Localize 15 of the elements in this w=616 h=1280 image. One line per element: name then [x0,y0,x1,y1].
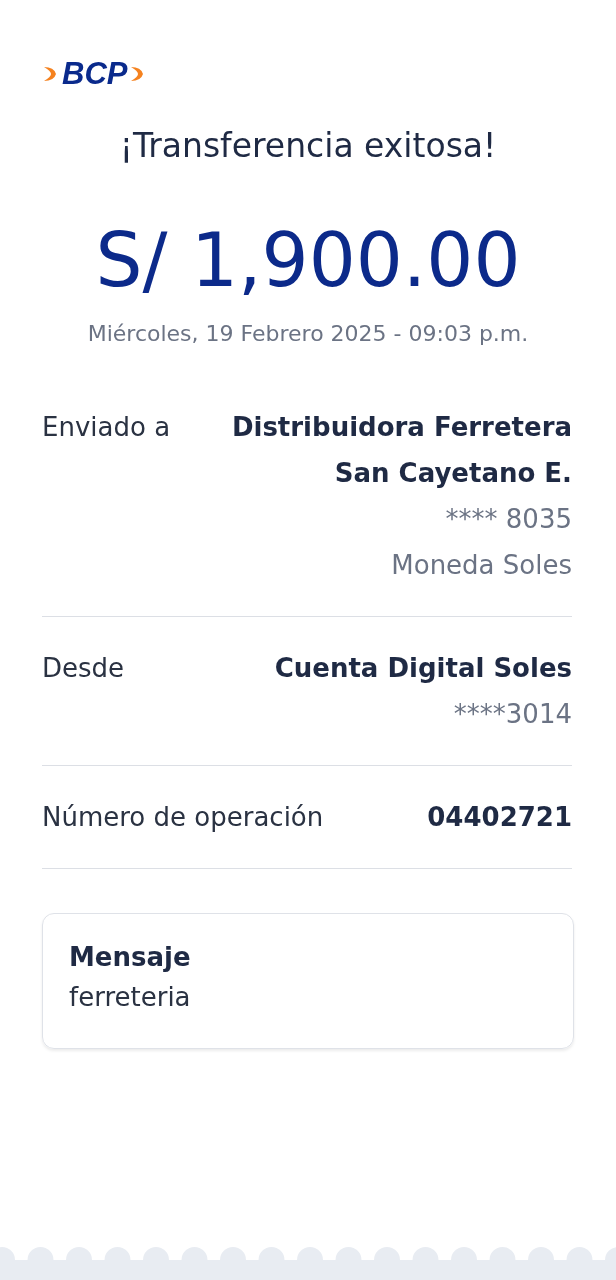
detail-value: Distribuidora Ferretera San Cayetano E. [230,411,572,490]
amount: S/ 1,900.00 [94,217,522,303]
detail-value: **** 8035 [445,503,572,536]
detail-label: Número de operación [42,801,324,834]
detail-value: 04402721 [427,801,572,834]
detail-value: Moneda Soles [391,549,572,582]
detail-value: Cuenta Digital Soles [274,652,572,685]
success-title: ¡Transferencia exitosa! [118,126,498,165]
bcp-logo: BCP [42,56,148,92]
detail-label: Desde [42,652,125,685]
message-text: ferreteria [69,982,192,1012]
transfer-date: Miércoles, 19 Febrero 2025 - 09:03 p.m. [86,321,530,346]
detail-label: Enviado a [42,411,171,444]
detail-value: ****3014 [453,698,572,731]
message-title: Mensaje [69,942,192,972]
